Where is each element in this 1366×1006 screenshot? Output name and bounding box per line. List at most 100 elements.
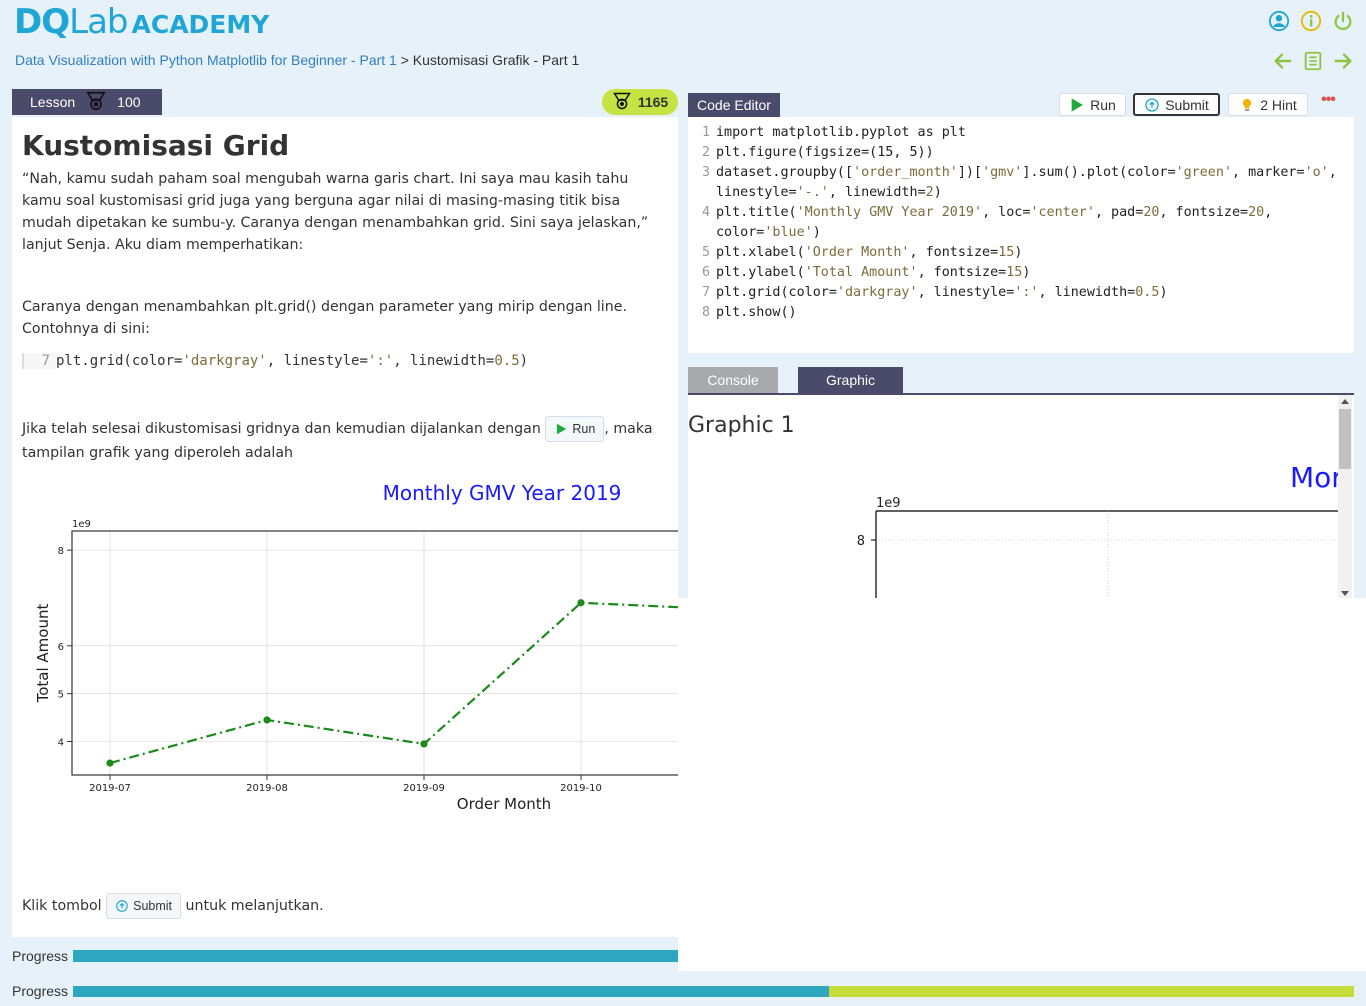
- breadcrumb-current: Kustomisasi Grafik - Part 1: [412, 52, 580, 68]
- editor-line-number: 6: [701, 265, 710, 280]
- scroll-up-arrow-icon[interactable]: [1341, 399, 1349, 404]
- progress-fill: [73, 985, 829, 997]
- dqlab-logo[interactable]: DQ Lab ACADEMY: [14, 4, 269, 40]
- scroll-down-arrow-icon[interactable]: [1341, 591, 1349, 596]
- user-profile-icon[interactable]: [1268, 10, 1290, 32]
- medal-icon: [612, 91, 632, 114]
- preview-title: Mor: [1290, 461, 1338, 494]
- code-editor-tab[interactable]: Code Editor: [688, 93, 780, 117]
- code-text: plt.grid(color='darkgray', linestyle=':'…: [56, 353, 529, 369]
- editor-line[interactable]: 7 plt.grid(color='darkgray', linestyle=':…: [688, 283, 1354, 303]
- breadcrumb: Data Visualization with Python Matplotli…: [15, 52, 579, 68]
- editor-line[interactable]: 6 plt.ylabel('Total Amount', fontsize=15): [688, 263, 1354, 283]
- submit-icon: [1145, 97, 1159, 112]
- editor-line[interactable]: 4 plt.title('Monthly GMV Year 2019', loc=…: [688, 203, 1354, 243]
- editor-line[interactable]: 2 plt.figure(figsize=(15, 5)): [688, 143, 1354, 163]
- chart-xtick-label: 2019-07: [89, 783, 131, 794]
- breadcrumb-course-link[interactable]: Data Visualization with Python Matplotli…: [15, 52, 397, 68]
- graphic-output-panel: Graphic 1 Mor 1e9 8: [688, 393, 1354, 598]
- lesson-paragraph-3: Jika telah selesai dikustomisasi gridnya…: [22, 416, 668, 464]
- logo-academy: ACADEMY: [131, 10, 270, 39]
- lesson-nav: [1272, 50, 1354, 72]
- editor-line[interactable]: 1 import matplotlib.pyplot as plt: [688, 123, 1354, 143]
- play-icon: [1071, 97, 1084, 112]
- output-blank-area: [678, 598, 1366, 971]
- graphic-chart-preview: Mor 1e9 8: [857, 461, 1338, 598]
- chart-ylabel: Total Amount: [34, 604, 52, 704]
- submit-button[interactable]: Submit: [1133, 93, 1220, 116]
- lesson-paragraph-2: Caranya dengan menambahkan plt.grid() de…: [22, 299, 627, 337]
- chart-data-point: [420, 740, 428, 748]
- progress-label: Progress: [12, 948, 69, 964]
- preview-scale-label: 1e9: [876, 496, 901, 511]
- more-options-button[interactable]: •••: [1318, 92, 1338, 113]
- lesson-paragraph-4: Klik tombol Submit untuk melanjutkan.: [22, 893, 324, 919]
- list-menu-icon[interactable]: [1302, 50, 1324, 72]
- editor-line-code: plt.xlabel('Order Month', fontsize=15): [716, 245, 1023, 260]
- lesson-panel: Kustomisasi Grid “Nah, kamu sudah paham …: [12, 117, 678, 937]
- editor-line[interactable]: 5 plt.xlabel('Order Month', fontsize=15): [688, 243, 1354, 263]
- lesson-points: 100: [117, 94, 141, 110]
- editor-line-code: plt.ylabel('Total Amount', fontsize=15): [716, 265, 1031, 280]
- chart-data-point: [577, 599, 585, 607]
- logo-dq: DQ: [14, 2, 70, 42]
- medal-icon: [85, 90, 107, 115]
- editor-line-code: plt.show(): [716, 305, 797, 320]
- lightbulb-icon: [1243, 98, 1252, 111]
- code-editor[interactable]: 1 import matplotlib.pyplot as plt 2 plt.fig…: [688, 117, 1354, 353]
- progress-label: Progress: [12, 983, 69, 999]
- scroll-thumb[interactable]: [1339, 409, 1351, 469]
- code-snippet: 7 plt.grid(color='darkgray', linestyle='…: [22, 350, 668, 372]
- progress-bar-1: Progress: [12, 948, 678, 964]
- editor-line-number: 4: [701, 205, 710, 220]
- chart-series-line: [109, 601, 678, 765]
- chart-xtick-label: 2019-10: [560, 783, 602, 794]
- code-line-number: 7: [22, 353, 56, 369]
- power-logout-icon[interactable]: [1332, 10, 1354, 32]
- lesson-paragraph-1: “Nah, kamu sudah paham soal mengubah war…: [22, 171, 649, 253]
- chart-ytick-label: 5: [58, 690, 64, 701]
- breadcrumb-separator: >: [400, 52, 409, 68]
- inline-run-button: Run: [545, 416, 605, 442]
- arrow-right-icon[interactable]: [1332, 50, 1354, 72]
- chart-title: Monthly GMV Year 2019: [383, 481, 622, 505]
- editor-line-number: 3: [701, 165, 710, 180]
- lesson-tab[interactable]: Lesson 100: [12, 89, 162, 115]
- hint-button-label: 2 Hint: [1260, 96, 1297, 113]
- chart-data-point: [106, 759, 114, 767]
- hint-button[interactable]: 2 Hint: [1228, 93, 1308, 116]
- editor-line-number: 1: [701, 125, 710, 140]
- editor-line-code: plt.figure(figsize=(15, 5)): [716, 145, 934, 160]
- lesson-title: Kustomisasi Grid: [22, 129, 290, 162]
- arrow-left-icon[interactable]: [1272, 50, 1294, 72]
- progress-fill: [73, 950, 678, 962]
- chart-xtick-label: 2019-09: [403, 783, 445, 794]
- editor-line-code: plt.title('Monthly GMV Year 2019', loc='…: [716, 205, 1281, 240]
- editor-line-code: dataset.groupby(['order_month'])['gmv'].…: [716, 165, 1345, 200]
- run-button-label: Run: [1090, 96, 1116, 113]
- editor-line[interactable]: 8 plt.show(): [688, 303, 1354, 323]
- tab-graphic[interactable]: Graphic: [798, 367, 903, 393]
- tab-console[interactable]: Console: [688, 367, 778, 393]
- editor-line[interactable]: 3 dataset.groupby(['order_month'])['gmv']…: [688, 163, 1354, 203]
- lesson-chart: Monthly GMV Year 2019 1e9 4 5 6 8 2019-07 2019-…: [34, 481, 678, 813]
- logo-lab: Lab: [69, 2, 128, 42]
- preview-ytick: 8: [857, 534, 865, 549]
- total-points: 1165: [637, 94, 669, 110]
- run-button[interactable]: Run: [1059, 93, 1126, 116]
- chart-ytick-label: 4: [58, 738, 64, 749]
- editor-line-number: 2: [701, 145, 710, 160]
- info-icon[interactable]: [1300, 10, 1322, 32]
- submit-icon: [116, 900, 128, 912]
- total-points-badge: 1165: [602, 89, 678, 115]
- editor-line-number: 7: [701, 285, 710, 300]
- graphic-title: Graphic 1: [688, 413, 795, 438]
- graphic-scrollbar[interactable]: [1338, 395, 1352, 598]
- chart-xlabel: Order Month: [457, 795, 551, 813]
- editor-line-number: 8: [701, 305, 710, 320]
- play-icon: [557, 423, 567, 435]
- inline-submit-button: Submit: [106, 893, 182, 919]
- submit-button-label: Submit: [1165, 96, 1209, 113]
- chart-ytick-label: 8: [58, 546, 64, 557]
- chart-data-point: [263, 716, 271, 724]
